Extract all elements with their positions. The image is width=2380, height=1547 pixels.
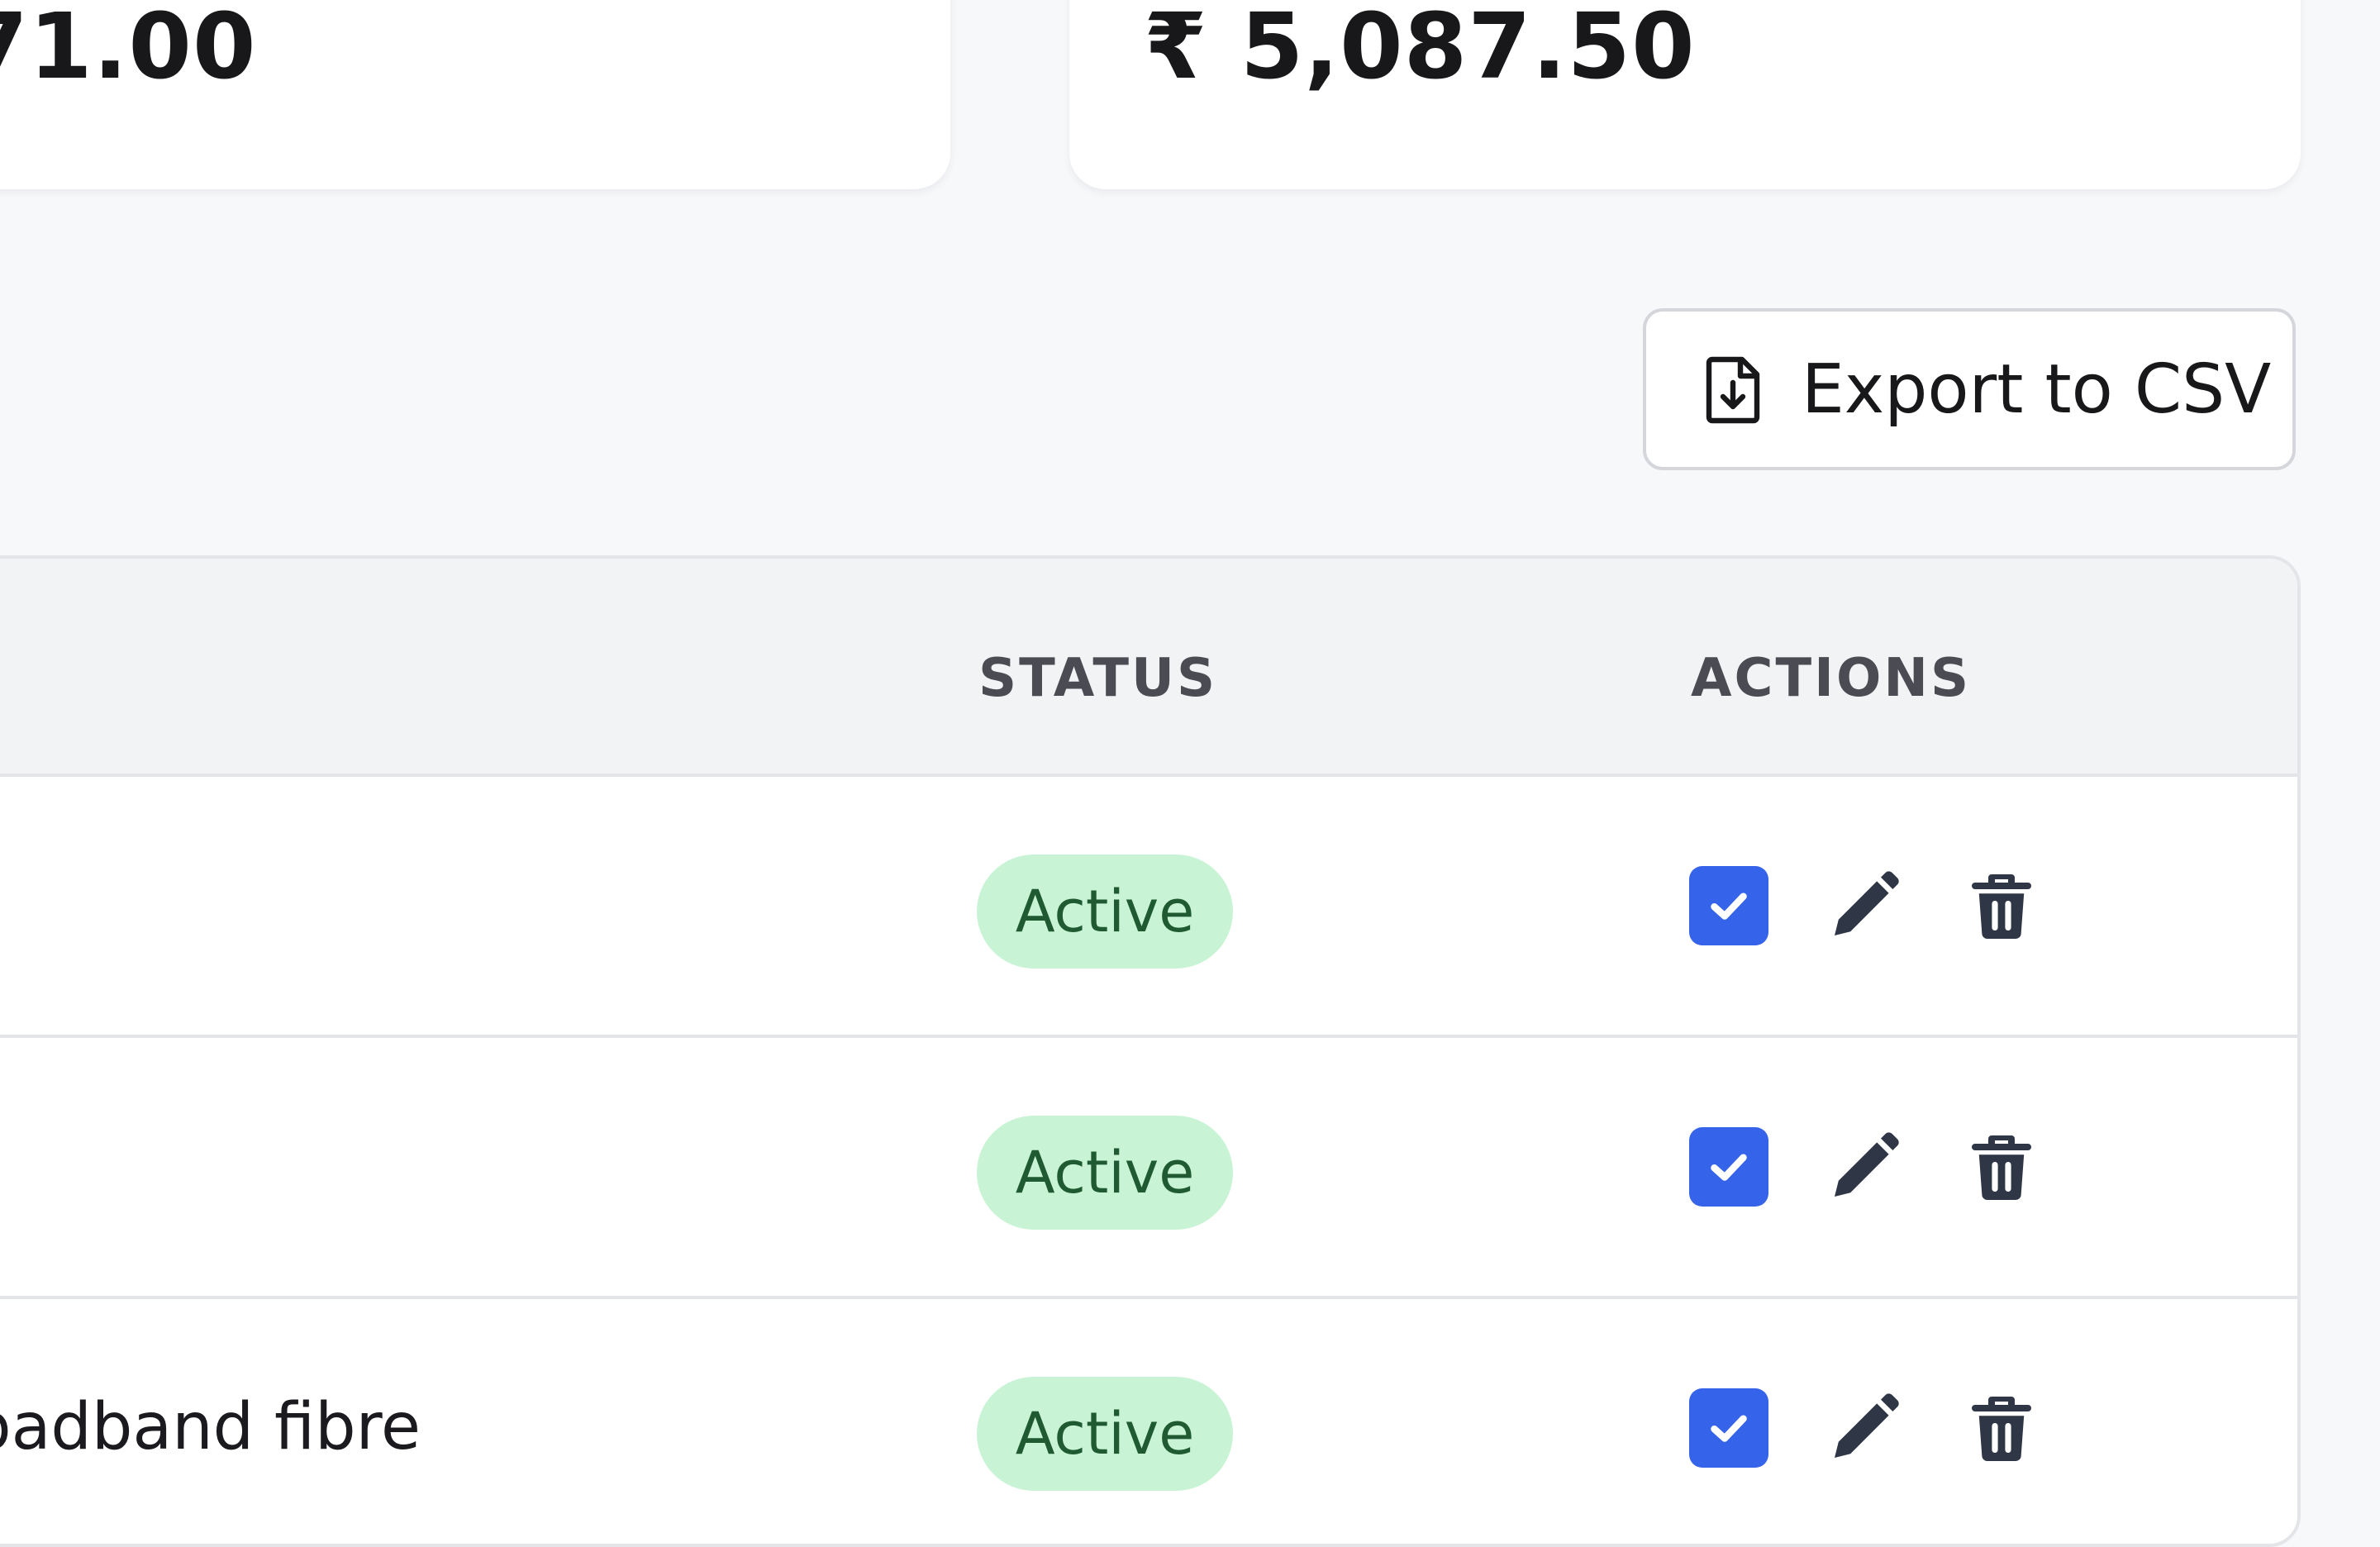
table-header: STATUS ACTIONS — [0, 559, 2297, 777]
edit-button[interactable] — [1825, 866, 1904, 945]
table-row: Active — [0, 777, 2297, 1038]
export-csv-label: Export to CSV — [1802, 350, 2272, 429]
table-row: broadband fibre Active — [0, 1299, 2297, 1544]
summary-amount: ₹ 5,087.50 — [1144, 0, 1696, 99]
pencil-icon — [1835, 871, 1899, 935]
summary-card: ₹ 5,087.50 — [1069, 0, 2301, 189]
summary-amount: 471.00 — [0, 0, 257, 99]
export-csv-button[interactable]: Export to CSV — [1643, 308, 2296, 470]
row-description: broadband fibre — [0, 1390, 421, 1464]
trash-icon — [1972, 874, 2031, 940]
table-row: Active — [0, 1038, 2297, 1299]
data-table: STATUS ACTIONS Active Active adband fibr… — [0, 555, 2301, 1547]
row-select-checkbox[interactable] — [1689, 866, 1768, 945]
checkmark-icon — [1711, 1415, 1747, 1442]
row-select-checkbox[interactable] — [1689, 1127, 1768, 1207]
pencil-icon — [1835, 1132, 1899, 1197]
column-header-actions: ACTIONS — [1691, 648, 1972, 709]
edit-button[interactable] — [1825, 1127, 1904, 1207]
file-download-icon — [1702, 355, 1765, 424]
status-badge: Active — [977, 1377, 1233, 1491]
trash-icon — [1972, 1397, 2031, 1462]
summary-card: 471.00 — [0, 0, 950, 189]
row-select-checkbox[interactable] — [1689, 1388, 1768, 1468]
delete-button[interactable] — [1962, 1388, 2041, 1468]
checkmark-icon — [1711, 1154, 1747, 1181]
delete-button[interactable] — [1962, 866, 2041, 945]
delete-button[interactable] — [1962, 1127, 2041, 1207]
edit-button[interactable] — [1825, 1388, 1904, 1468]
column-header-status[interactable]: STATUS — [978, 648, 1217, 709]
status-badge: Active — [977, 854, 1233, 969]
status-badge: Active — [977, 1116, 1233, 1230]
pencil-icon — [1835, 1393, 1899, 1458]
checkmark-icon — [1711, 892, 1747, 920]
trash-icon — [1972, 1135, 2031, 1201]
